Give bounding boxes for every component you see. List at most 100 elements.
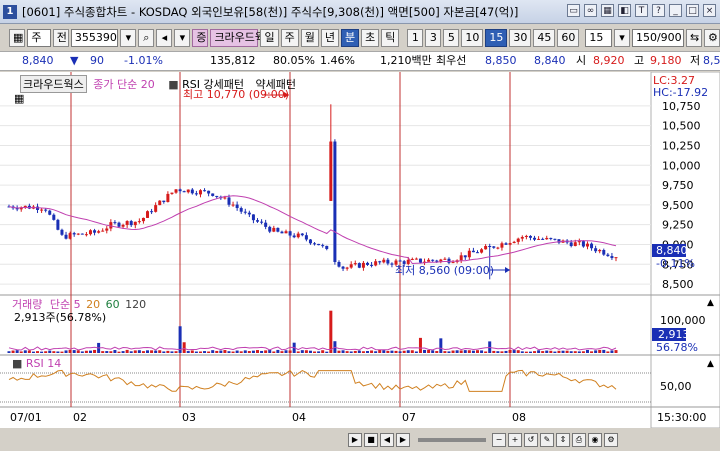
volume: 135,812 <box>210 54 256 67</box>
chart-svg[interactable]: 최고 10,770 (09:00) 최저 8,560 (09:00) LC:3.… <box>0 72 720 428</box>
period-button[interactable]: 틱 <box>381 29 400 47</box>
candle-body <box>467 250 471 258</box>
price-tick: 10,000 <box>662 159 701 172</box>
maximize-icon[interactable]: □ <box>686 4 699 17</box>
reset-icon[interactable]: ↺ <box>524 432 538 447</box>
volume-bar <box>27 350 31 353</box>
x-tick-label: 08 <box>512 411 526 424</box>
volume-bar <box>382 350 386 353</box>
volume-bar <box>72 350 76 353</box>
stock-code-input[interactable]: 355390 <box>70 29 119 47</box>
interval-button[interactable]: 10 <box>461 29 484 47</box>
chart-grid-icon[interactable]: ▦ <box>14 92 24 105</box>
volume-bar <box>235 350 239 353</box>
turnover: 1.46% <box>320 54 355 67</box>
candle-body <box>256 220 260 222</box>
candle-body <box>64 234 68 239</box>
all-button[interactable]: 전 <box>52 29 69 47</box>
speaker-icon[interactable]: ◂ <box>156 29 173 47</box>
grid-icon[interactable]: ▦ <box>601 4 614 17</box>
period-button[interactable]: 주 <box>280 29 299 47</box>
forward-icon[interactable]: ▶ <box>396 432 410 447</box>
text-icon[interactable]: T <box>635 4 648 17</box>
volume-bar <box>590 351 594 353</box>
rewind-icon[interactable]: ◀ <box>380 432 394 447</box>
volume-bar <box>528 351 532 353</box>
volume-bar <box>101 351 105 353</box>
interval-button[interactable]: 3 <box>425 29 442 47</box>
volume-bar <box>370 350 374 353</box>
zoom-in-icon[interactable]: + <box>508 432 522 447</box>
candle-body <box>463 255 467 258</box>
camera-icon[interactable]: ◉ <box>588 432 602 447</box>
volume-bar <box>129 351 133 353</box>
period-button[interactable]: 일 <box>260 29 279 47</box>
grid-select-icon[interactable]: ▦ <box>9 29 26 47</box>
interval-button[interactable]: 15 <box>485 29 508 47</box>
candle-body <box>471 250 475 253</box>
zoom-out-icon[interactable]: − <box>492 432 506 447</box>
chart-area[interactable]: 최고 10,770 (09:00) 최저 8,560 (09:00) LC:3.… <box>0 72 720 451</box>
interval-button[interactable]: 30 <box>509 29 532 47</box>
current-price: 8,840 <box>22 54 54 67</box>
volume-bar <box>463 350 467 353</box>
volume-bar <box>317 351 321 353</box>
stock-name-field[interactable]: 크라우드웍 <box>210 29 265 47</box>
volume-bar <box>15 350 19 353</box>
close-icon[interactable]: × <box>703 4 716 17</box>
volume-bar <box>577 351 581 353</box>
current-volume-pct: 56.78% <box>656 341 698 354</box>
config-icon[interactable]: ⚙ <box>604 432 618 447</box>
scroll-slider[interactable] <box>418 437 486 442</box>
candle-body <box>496 247 500 249</box>
candle-body <box>247 212 251 215</box>
scale-icon[interactable]: ⇕ <box>556 432 570 447</box>
volume-bar <box>215 350 219 353</box>
candle-body <box>304 235 308 240</box>
options-icon[interactable]: ▾ <box>174 29 191 47</box>
minimize-icon[interactable]: _ <box>669 4 682 17</box>
candle-body <box>198 190 202 195</box>
candle-body <box>125 221 129 225</box>
period-button[interactable]: 년 <box>320 29 339 47</box>
volume-bar <box>459 350 463 353</box>
interval-button[interactable]: 45 <box>533 29 556 47</box>
interval-button[interactable]: 1 <box>407 29 424 47</box>
interval-button[interactable]: 60 <box>557 29 580 47</box>
candle-body <box>235 204 239 209</box>
code-dropdown-icon[interactable]: ▾ <box>120 29 137 47</box>
candle-body <box>80 233 84 235</box>
drawing-icon[interactable]: ✎ <box>540 432 554 447</box>
print-icon[interactable]: ⎙ <box>572 432 586 447</box>
volume-bar <box>553 351 557 353</box>
color-icon[interactable]: ◧ <box>618 4 631 17</box>
stock-legend-box[interactable]: 크라우드웍스 <box>20 75 87 93</box>
help-icon[interactable]: ? <box>652 4 665 17</box>
volume-bar <box>361 351 365 353</box>
type-select[interactable]: 주 <box>27 29 51 47</box>
play-icon[interactable]: ▶ <box>348 432 362 447</box>
candle-body <box>480 249 484 253</box>
volume-tick-100k: 100,000 <box>660 314 706 327</box>
period-button[interactable]: 분 <box>340 29 360 47</box>
link-icon[interactable]: ∞ <box>584 4 597 17</box>
candle-body <box>349 264 353 268</box>
settings-icon[interactable]: ⚙ <box>703 29 720 47</box>
period-button[interactable]: 초 <box>361 29 380 47</box>
period-button[interactable]: 월 <box>300 29 319 47</box>
candle-body <box>508 243 512 245</box>
volume-bar <box>484 351 488 353</box>
search-icon[interactable]: ⌕ <box>138 29 155 47</box>
volume-bar <box>40 351 44 353</box>
count-field[interactable]: 150/900 <box>631 29 684 47</box>
candle-body <box>48 210 52 215</box>
volume-bar <box>64 350 68 353</box>
interval-select[interactable]: 15 <box>585 29 612 47</box>
copy-icon[interactable]: ▭ <box>567 4 580 17</box>
volume-bar <box>280 351 284 353</box>
stop-icon[interactable]: ■ <box>364 432 378 447</box>
interval-button[interactable]: 5 <box>443 29 460 47</box>
interval-dropdown-icon[interactable]: ▾ <box>613 29 630 47</box>
volume-bar <box>56 351 60 353</box>
sync-icon[interactable]: ⇆ <box>685 29 702 47</box>
